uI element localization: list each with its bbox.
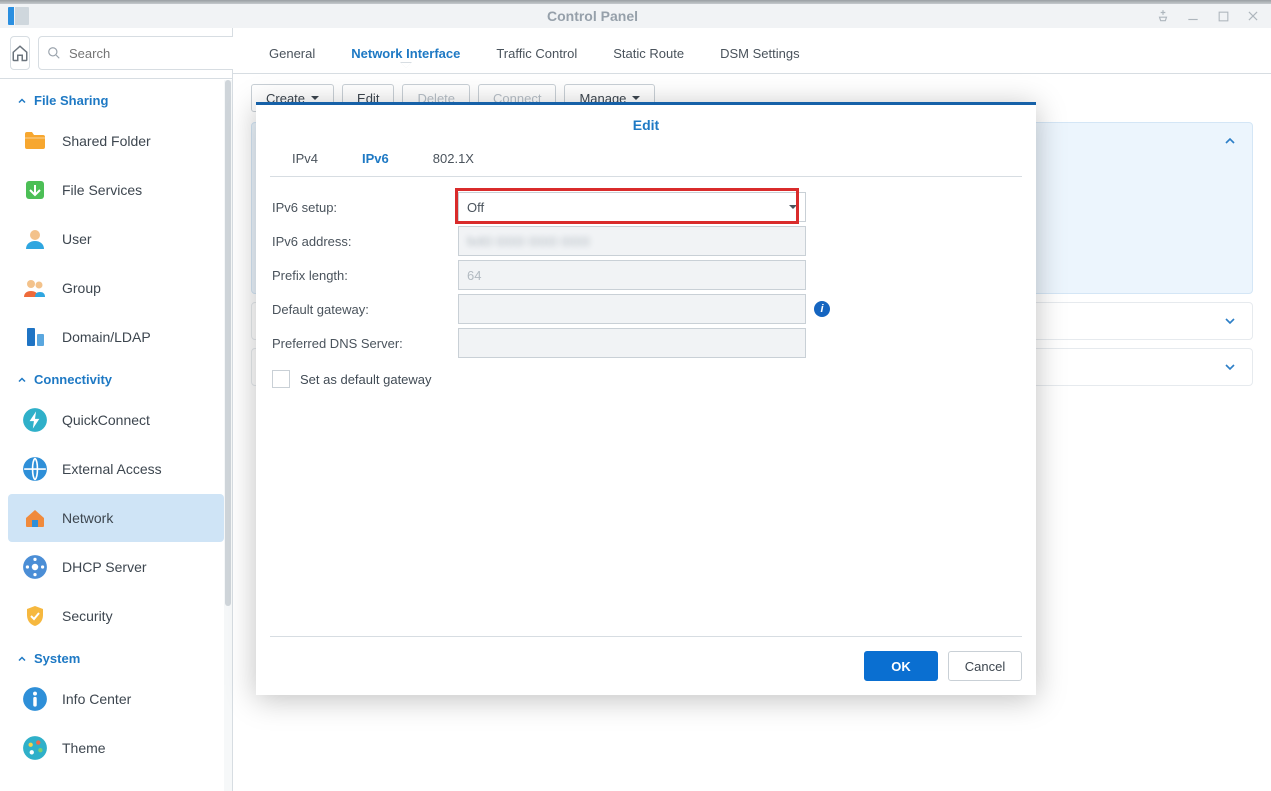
window-title: Control Panel xyxy=(30,4,1155,28)
prefix-length-label: Prefix length: xyxy=(272,268,458,283)
sidebar-item-info-center[interactable]: Info Center xyxy=(8,675,224,723)
sidebar-item-external-access[interactable]: External Access xyxy=(8,445,224,493)
dialog-tab-ipv4[interactable]: IPv4 xyxy=(270,141,340,176)
sidebar-item-label: DHCP Server xyxy=(62,559,147,575)
dialog-tab-ipv6[interactable]: IPv6 xyxy=(340,141,411,176)
sidebar-item-user[interactable]: User xyxy=(8,215,224,263)
sidebar-item-label: QuickConnect xyxy=(62,412,150,428)
info-center-icon xyxy=(22,686,48,712)
chevron-up-icon xyxy=(16,653,28,665)
default-gateway-label: Default gateway: xyxy=(272,302,458,317)
edit-dialog: Edit IPv4 IPv6 802.1X IPv6 setup: Off IP… xyxy=(256,102,1036,695)
dns-server-label: Preferred DNS Server: xyxy=(272,336,458,351)
dialog-tabs: IPv4 IPv6 802.1X xyxy=(270,141,1022,177)
shared-folder-icon xyxy=(22,128,48,154)
caret-down-icon xyxy=(789,205,797,213)
theme-icon xyxy=(22,735,48,761)
sidebar-item-label: Network xyxy=(62,510,113,526)
chevron-up-icon xyxy=(1222,133,1238,149)
sidebar-item-label: Shared Folder xyxy=(62,133,151,149)
tab-network-interface[interactable]: Network Interface xyxy=(333,36,478,73)
external-access-icon xyxy=(22,456,48,482)
sidebar-item-quickconnect[interactable]: QuickConnect xyxy=(8,396,224,444)
sidebar-item-label: Theme xyxy=(62,740,106,756)
main-tabs: General Network Interface Traffic Contro… xyxy=(233,28,1271,74)
ipv6-setup-label: IPv6 setup: xyxy=(272,200,458,215)
chevron-up-icon xyxy=(16,95,28,107)
chevron-down-icon xyxy=(1222,313,1238,329)
info-icon[interactable]: i xyxy=(814,301,830,317)
dhcp-icon xyxy=(22,554,48,580)
window-close-icon[interactable] xyxy=(1245,8,1261,24)
sidebar-item-label: Info Center xyxy=(62,691,131,707)
domain-ldap-icon xyxy=(22,324,48,350)
search-input[interactable] xyxy=(38,36,256,70)
sidebar-item-label: File Services xyxy=(62,182,142,198)
chevron-down-icon xyxy=(1222,359,1238,375)
window-maximize-icon[interactable] xyxy=(1215,8,1231,24)
tab-traffic-control[interactable]: Traffic Control xyxy=(478,36,595,73)
quickconnect-icon xyxy=(22,407,48,433)
home-button[interactable] xyxy=(10,36,30,70)
window-app-icon xyxy=(8,7,30,25)
ipv6-address-label: IPv6 address: xyxy=(272,234,458,249)
security-icon xyxy=(22,603,48,629)
default-gateway-field xyxy=(458,294,806,324)
dialog-title: Edit xyxy=(256,105,1036,141)
sidebar-item-security[interactable]: Security xyxy=(8,592,224,640)
tab-general[interactable]: General xyxy=(251,36,333,73)
window-pin-icon[interactable] xyxy=(1155,8,1171,24)
prefix-length-field: 64 xyxy=(458,260,806,290)
sidebar-item-theme[interactable]: Theme xyxy=(8,724,224,772)
sidebar-item-group[interactable]: Group xyxy=(8,264,224,312)
sidebar-scrollbar[interactable] xyxy=(224,80,232,791)
home-icon xyxy=(11,44,29,62)
cancel-button[interactable]: Cancel xyxy=(948,651,1022,681)
sidebar: File Sharing Shared Folder File Services… xyxy=(0,28,233,791)
dialog-tab-8021x[interactable]: 802.1X xyxy=(411,141,496,176)
search-icon xyxy=(47,46,61,60)
ok-button[interactable]: OK xyxy=(864,651,938,681)
sidebar-group-connectivity[interactable]: Connectivity xyxy=(0,362,232,395)
tab-static-route[interactable]: Static Route xyxy=(595,36,702,73)
group-icon xyxy=(22,275,48,301)
set-default-gateway-checkbox[interactable] xyxy=(272,370,290,388)
sidebar-item-label: Group xyxy=(62,280,101,296)
sidebar-group-file-sharing[interactable]: File Sharing xyxy=(0,83,232,116)
sidebar-item-network[interactable]: Network xyxy=(8,494,224,542)
chevron-up-icon xyxy=(16,374,28,386)
ipv6-address-field: fe80 0000 0000 0000 xyxy=(458,226,806,256)
window-minimize-icon[interactable] xyxy=(1185,8,1201,24)
user-icon xyxy=(22,226,48,252)
set-default-gateway-label: Set as default gateway xyxy=(300,372,432,387)
sidebar-item-label: Security xyxy=(62,608,113,624)
dns-server-field xyxy=(458,328,806,358)
sidebar-item-label: External Access xyxy=(62,461,162,477)
titlebar: Control Panel xyxy=(0,4,1271,28)
sidebar-item-shared-folder[interactable]: Shared Folder xyxy=(8,117,224,165)
file-services-icon xyxy=(22,177,48,203)
sidebar-group-system[interactable]: System xyxy=(0,641,232,674)
sidebar-item-file-services[interactable]: File Services xyxy=(8,166,224,214)
sidebar-item-label: Domain/LDAP xyxy=(62,329,151,345)
sidebar-item-domain-ldap[interactable]: Domain/LDAP xyxy=(8,313,224,361)
tab-dsm-settings[interactable]: DSM Settings xyxy=(702,36,817,73)
sidebar-item-label: User xyxy=(62,231,92,247)
network-icon xyxy=(22,505,48,531)
ipv6-setup-select[interactable]: Off xyxy=(458,192,806,222)
sidebar-item-dhcp-server[interactable]: DHCP Server xyxy=(8,543,224,591)
